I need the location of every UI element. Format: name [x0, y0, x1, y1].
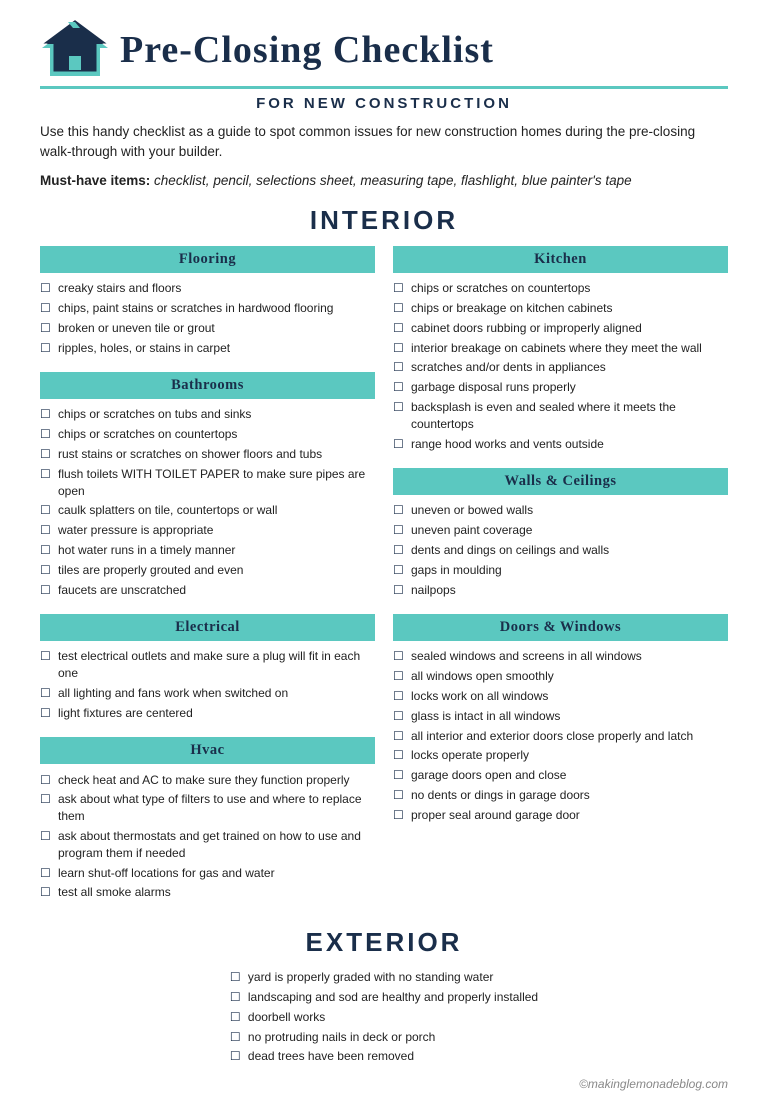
list-item: garbage disposal runs properly: [393, 378, 728, 398]
list-item: tiles are properly grouted and even: [40, 560, 375, 580]
list-item: faucets are unscratched: [40, 580, 375, 600]
left-column: Flooring creaky stairs and floors chips,…: [40, 246, 375, 917]
hvac-list: check heat and AC to make sure they func…: [40, 770, 375, 903]
list-item: all interior and exterior doors close pr…: [393, 726, 728, 746]
list-item: rust stains or scratches on shower floor…: [40, 445, 375, 465]
list-item: backsplash is even and sealed where it m…: [393, 398, 728, 435]
list-item: locks work on all windows: [393, 687, 728, 707]
list-item: learn shut-off locations for gas and wat…: [40, 863, 375, 883]
walls-ceilings-list: uneven or bowed walls uneven paint cover…: [393, 501, 728, 600]
list-item: garage doors open and close: [393, 766, 728, 786]
bathrooms-list: chips or scratches on tubs and sinks chi…: [40, 405, 375, 600]
electrical-header: Electrical: [40, 614, 375, 641]
list-item: scratches and/or dents in appliances: [393, 358, 728, 378]
list-item: all lighting and fans work when switched…: [40, 684, 375, 704]
list-item: no dents or dings in garage doors: [393, 785, 728, 805]
list-item: cabinet doors rubbing or improperly alig…: [393, 318, 728, 338]
subtitle: FOR NEW CONSTRUCTION: [40, 95, 728, 112]
list-item: gaps in moulding: [393, 560, 728, 580]
list-item: all windows open smoothly: [393, 667, 728, 687]
hvac-header: Hvac: [40, 737, 375, 764]
list-item: check heat and AC to make sure they func…: [40, 770, 375, 790]
kitchen-list: chips or scratches on countertops chips …: [393, 279, 728, 454]
list-item: chips or scratches on tubs and sinks: [40, 405, 375, 425]
list-item: ripples, holes, or stains in carpet: [40, 338, 375, 358]
list-item: dead trees have been removed: [230, 1047, 538, 1067]
list-item: chips, paint stains or scratches in hard…: [40, 299, 375, 319]
doors-windows-list: sealed windows and screens in all window…: [393, 647, 728, 825]
list-item: no protruding nails in deck or porch: [230, 1027, 538, 1047]
list-item: proper seal around garage door: [393, 805, 728, 825]
list-item: water pressure is appropriate: [40, 521, 375, 541]
must-have: Must-have items: checklist, pencil, sele…: [40, 171, 728, 191]
right-column: Kitchen chips or scratches on countertop…: [393, 246, 728, 917]
list-item: uneven or bowed walls: [393, 501, 728, 521]
interior-section-title: INTERIOR: [40, 205, 728, 236]
flooring-list: creaky stairs and floors chips, paint st…: [40, 279, 375, 358]
list-item: yard is properly graded with no standing…: [230, 968, 538, 988]
list-item: chips or scratches on countertops: [393, 279, 728, 299]
list-item: doorbell works: [230, 1007, 538, 1027]
kitchen-header: Kitchen: [393, 246, 728, 273]
list-item: creaky stairs and floors: [40, 279, 375, 299]
list-item: hot water runs in a timely manner: [40, 541, 375, 561]
list-item: broken or uneven tile or grout: [40, 318, 375, 338]
exterior-list: yard is properly graded with no standing…: [230, 968, 538, 1067]
list-item: ask about what type of filters to use an…: [40, 790, 375, 827]
doors-windows-header: Doors & Windows: [393, 614, 728, 641]
list-item: range hood works and vents outside: [393, 434, 728, 454]
list-item: test electrical outlets and make sure a …: [40, 647, 375, 684]
interior-columns: Flooring creaky stairs and floors chips,…: [40, 246, 728, 917]
list-item: flush toilets WITH TOILET PAPER to make …: [40, 464, 375, 501]
list-item: ask about thermostats and get trained on…: [40, 826, 375, 863]
list-item: dents and dings on ceilings and walls: [393, 541, 728, 561]
bathrooms-header: Bathrooms: [40, 372, 375, 399]
intro-text: Use this handy checklist as a guide to s…: [40, 122, 728, 163]
header: Pre-Closing Checklist: [40, 20, 728, 89]
exterior-section-title: EXTERIOR: [40, 927, 728, 958]
list-item: light fixtures are centered: [40, 703, 375, 723]
list-item: nailpops: [393, 580, 728, 600]
list-item: caulk splatters on tile, countertops or …: [40, 501, 375, 521]
list-item: sealed windows and screens in all window…: [393, 647, 728, 667]
list-item: chips or scratches on countertops: [40, 425, 375, 445]
house-icon: [40, 20, 110, 80]
exterior-section: EXTERIOR yard is properly graded with no…: [40, 927, 728, 1067]
footer: ©makinglemonadeblog.com: [40, 1077, 728, 1091]
electrical-list: test electrical outlets and make sure a …: [40, 647, 375, 723]
list-item: locks operate properly: [393, 746, 728, 766]
list-item: glass is intact in all windows: [393, 706, 728, 726]
list-item: uneven paint coverage: [393, 521, 728, 541]
list-item: test all smoke alarms: [40, 883, 375, 903]
flooring-header: Flooring: [40, 246, 375, 273]
list-item: interior breakage on cabinets where they…: [393, 338, 728, 358]
walls-ceilings-header: Walls & Ceilings: [393, 468, 728, 495]
list-item: landscaping and sod are healthy and prop…: [230, 987, 538, 1007]
page-title: Pre-Closing Checklist: [120, 28, 494, 72]
list-item: chips or breakage on kitchen cabinets: [393, 299, 728, 319]
